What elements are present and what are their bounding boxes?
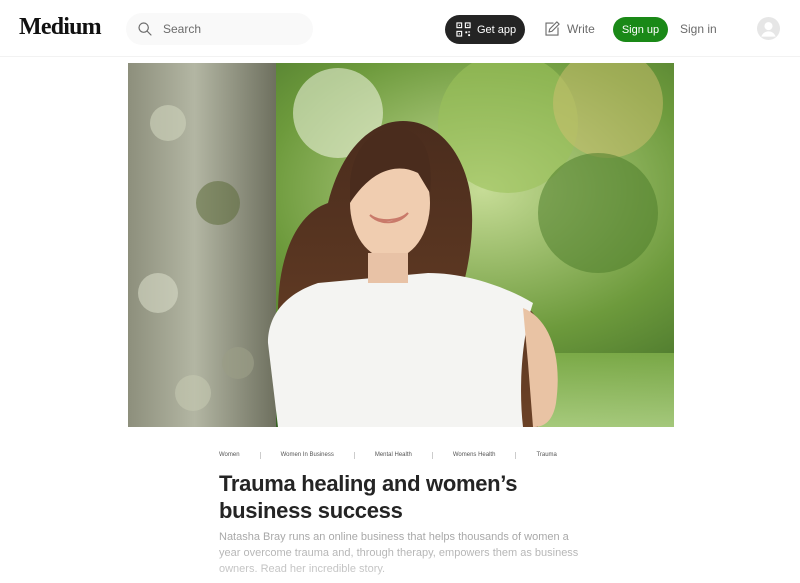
- tag-women[interactable]: Women: [219, 452, 240, 458]
- get-app-label: Get app: [477, 23, 517, 36]
- sign-up-button[interactable]: Sign up: [613, 17, 668, 42]
- write-label: Write: [567, 22, 595, 36]
- write-button[interactable]: Write: [543, 19, 595, 39]
- sign-in-link[interactable]: Sign in: [680, 22, 717, 36]
- get-app-button[interactable]: Get app: [445, 15, 525, 44]
- article-tags: Women Women In Business Mental Health Wo…: [219, 449, 579, 461]
- user-avatar-icon[interactable]: [757, 17, 780, 40]
- search-input[interactable]: Search: [163, 22, 201, 36]
- tag-trauma[interactable]: Trauma: [536, 452, 556, 458]
- article-hero-image: [128, 63, 674, 427]
- tag-separator: [353, 451, 355, 459]
- write-icon: [545, 21, 560, 36]
- search-box[interactable]: Search: [126, 13, 313, 45]
- tag-separator: [515, 451, 517, 459]
- search-icon: [138, 22, 152, 36]
- tag-separator: [431, 451, 433, 459]
- tag-mental-health[interactable]: Mental Health: [375, 452, 412, 458]
- article-subtitle: Natasha Bray runs an online business tha…: [219, 531, 579, 575]
- top-navigation-bar: Medium Search Get app Write Sign up Sign: [0, 0, 800, 57]
- tag-womens-health[interactable]: Womens Health: [453, 452, 496, 458]
- medium-logo[interactable]: Medium: [19, 14, 102, 41]
- article-title[interactable]: Trauma healing and women’s business succ…: [219, 470, 549, 524]
- tag-women-in-business[interactable]: Women In Business: [281, 452, 334, 458]
- qr-code-icon: [456, 22, 471, 37]
- tag-separator: [259, 451, 261, 459]
